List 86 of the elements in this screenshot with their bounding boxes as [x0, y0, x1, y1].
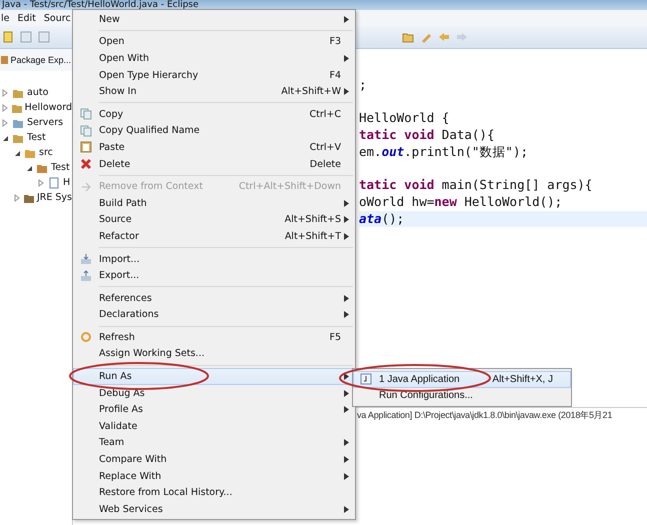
package-icon [1, 55, 8, 65]
menu-item[interactable]: Export... [73, 267, 355, 284]
menu-item[interactable]: 1 Java Application Alt+Shift+X, J [353, 371, 571, 388]
code-line: tatic void main(String[] args){ [359, 177, 592, 192]
submenu-arrow-icon [344, 439, 349, 446]
export-icon [80, 270, 92, 282]
tree-item-label[interactable]: Test [51, 162, 70, 173]
tree-item-label[interactable]: src [39, 147, 53, 158]
menu-item[interactable]: New [73, 11, 355, 28]
code-line: ata(); [359, 210, 404, 226]
submenu-arrow-icon [344, 472, 349, 480]
collapsed-arrow-icon[interactable] [2, 118, 9, 126]
expanded-arrow-icon[interactable] [14, 148, 21, 156]
java-file-icon [48, 176, 60, 188]
menu-item[interactable]: Web Services [73, 501, 355, 518]
code-line: em.out.println("数据"); [359, 144, 528, 159]
submenu-arrow-icon [344, 506, 349, 513]
tree-item-label[interactable]: JRE Sys [36, 192, 72, 203]
tree-item-label[interactable]: Servers [27, 117, 64, 128]
expanded-arrow-icon[interactable] [2, 134, 9, 142]
menu-item[interactable]: Compare With [73, 451, 355, 468]
delete-icon [80, 158, 92, 170]
submenu-arrow-icon [344, 406, 349, 414]
submenu-arrow-icon [344, 232, 349, 240]
menu-item[interactable]: Source Alt+Shift+S [73, 212, 355, 228]
expanded-arrow-icon[interactable] [26, 164, 33, 172]
menu-item[interactable]: Profile As [73, 401, 355, 418]
menu-bar-item[interactable]: Sourc [44, 12, 71, 24]
collapsed-arrow-icon[interactable] [14, 194, 20, 202]
menu-item[interactable]: Validate [73, 418, 355, 435]
pen-icon[interactable] [420, 31, 432, 43]
menu-bar-item[interactable]: Edit [17, 12, 36, 24]
package-explorer-tab[interactable]: Package Exp... [0, 49, 72, 71]
remove-icon [80, 180, 92, 193]
back-arrow-icon[interactable] [438, 31, 450, 43]
menu-item[interactable]: Copy Ctrl+C [73, 106, 355, 123]
submenu-arrow-icon [344, 456, 349, 464]
copy-icon [80, 124, 92, 137]
menu-bar-item[interactable]: le [1, 12, 10, 24]
java-file-icon [360, 373, 372, 386]
menu-item[interactable]: Team [73, 434, 355, 452]
submenu-arrow-icon [344, 54, 349, 62]
menu-item[interactable]: Import... [73, 250, 355, 268]
submenu-arrow-icon [344, 88, 349, 96]
menu-item[interactable]: Show In Alt+Shift+W [73, 83, 355, 100]
menu-item[interactable]: Delete Delete [73, 156, 355, 172]
submenu-arrow-icon [344, 390, 349, 397]
menu-item[interactable]: References [73, 290, 355, 306]
console-text: va Application] D:\Project\java\jdk1.8.0\bin\javaw.exe (2018年5月21 [357, 410, 612, 420]
code-line: tatic void Data(){ [359, 127, 494, 142]
folder-icon[interactable] [402, 31, 414, 43]
menu-item[interactable]: Assign Working Sets... [73, 346, 355, 362]
submenu-arrow-icon [344, 216, 349, 224]
window-title: Java - Test/src/Test/HelloWorld.java - Eclipse [0, 0, 199, 10]
tree-item-label[interactable]: H [63, 177, 70, 188]
import-icon [80, 253, 92, 266]
collapsed-arrow-icon[interactable] [2, 104, 8, 112]
menu-item[interactable]: Open F3 [73, 34, 355, 50]
code-line: oWorld hw=new HelloWorld(); [359, 194, 562, 209]
menu-item[interactable]: Replace With [73, 468, 355, 484]
submenu-arrow-icon [344, 200, 349, 207]
copy-icon [80, 108, 92, 120]
menu-item[interactable]: Run As [73, 368, 355, 385]
tab-label: Package Exp... [10, 55, 71, 65]
menu-item[interactable]: Open With [73, 50, 355, 67]
code-line: ; [359, 77, 367, 92]
collapsed-arrow-icon[interactable] [38, 178, 45, 186]
menu-item[interactable]: Open Type Hierarchy F4 [73, 66, 355, 84]
tree-item-label[interactable]: Helloword [24, 102, 72, 113]
code-line: HelloWorld { [359, 110, 450, 126]
menu-item[interactable]: Copy Qualified Name [73, 122, 355, 140]
new-file-icon[interactable] [2, 31, 14, 43]
tree-item-label[interactable]: Test [27, 132, 46, 143]
submenu-arrow-icon [344, 294, 349, 302]
submenu-arrow-icon [344, 16, 349, 23]
menu-item[interactable]: Paste Ctrl+V [73, 139, 355, 156]
menu-item[interactable]: Build Path [73, 194, 355, 212]
menu-item[interactable]: Refresh F5 [73, 329, 355, 346]
menu-item[interactable]: Run Configurations... [353, 388, 571, 404]
menu-item[interactable]: Restore from Local History... [73, 484, 355, 502]
menu-item[interactable]: Declarations [73, 306, 355, 324]
submenu-arrow-icon [344, 373, 349, 380]
submenu-arrow-icon [344, 311, 349, 318]
tree-item-label[interactable]: auto [27, 87, 48, 98]
menu-item[interactable]: Refactor Alt+Shift+T [73, 228, 355, 245]
collapsed-arrow-icon[interactable] [2, 88, 9, 96]
